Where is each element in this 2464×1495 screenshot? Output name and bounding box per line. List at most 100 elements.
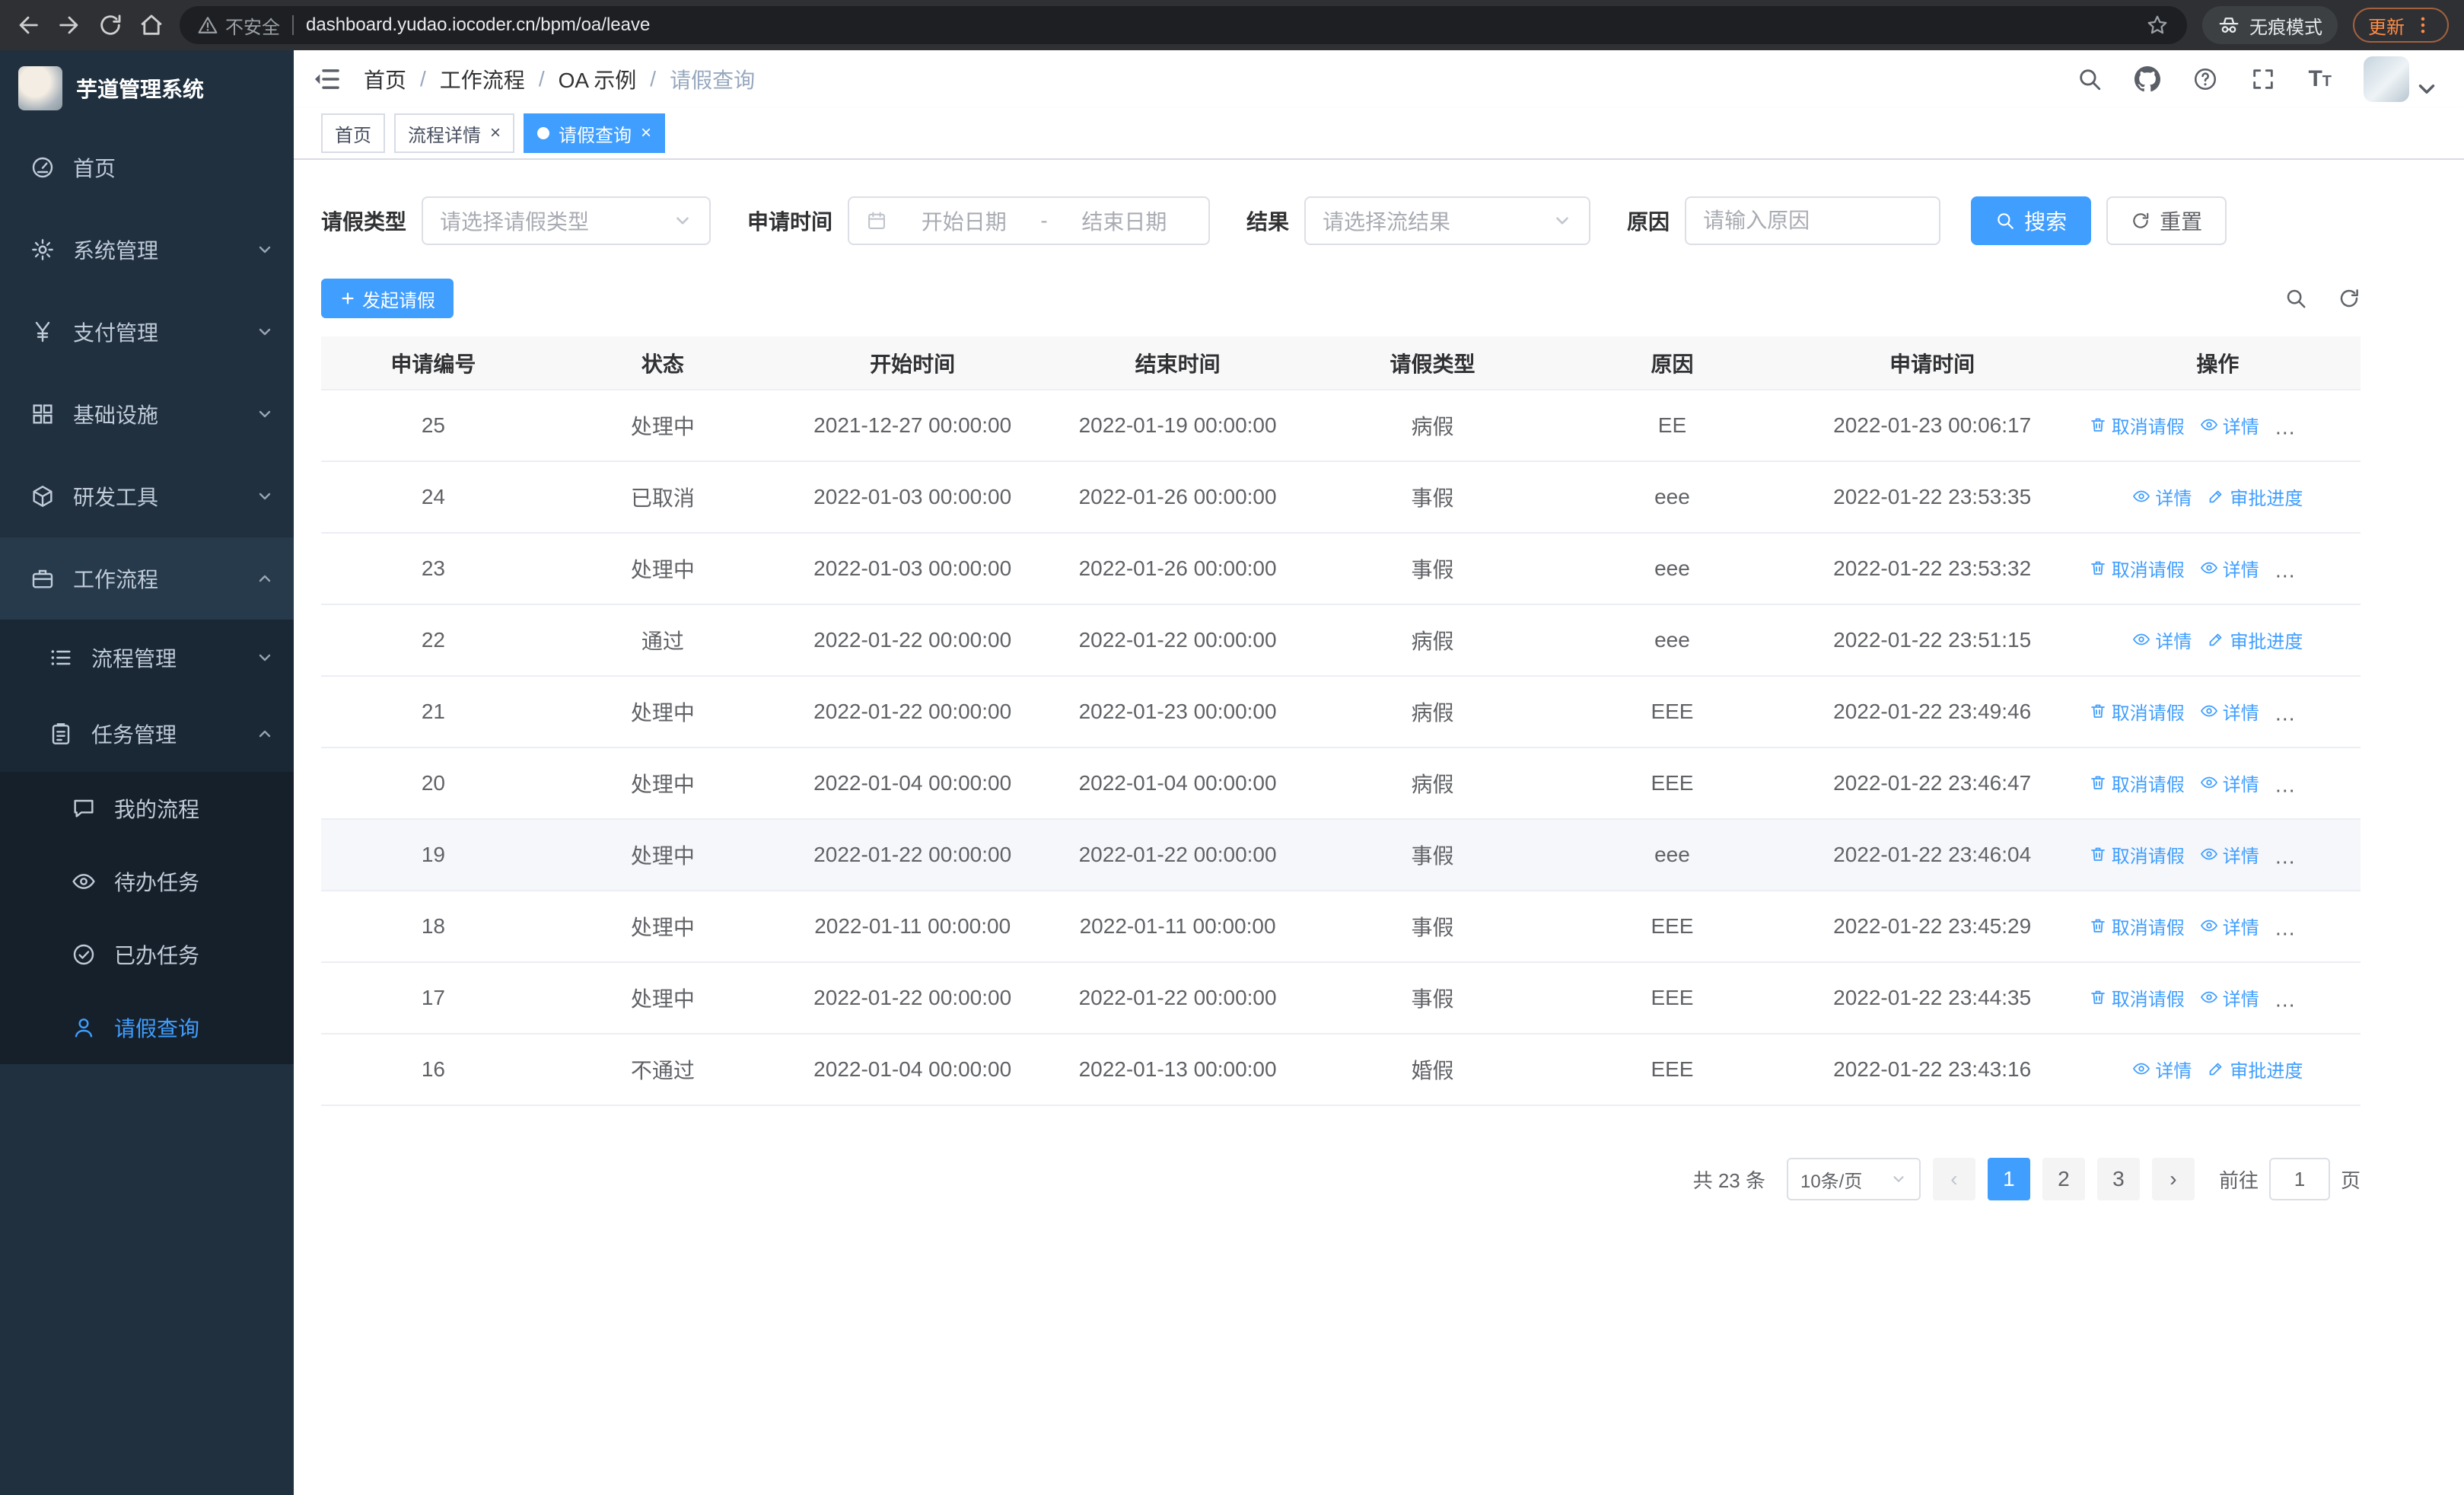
browser-forward-icon[interactable] — [56, 12, 82, 38]
cancel-leave-link[interactable]: 取消请假 — [2089, 770, 2185, 796]
cell-apply-time: 2022-01-22 23:51:15 — [1789, 604, 2075, 677]
cell-end-time: 2022-01-13 00:00:00 — [1045, 1034, 1310, 1106]
person-icon — [72, 1015, 96, 1040]
approval-progress-link[interactable]: 审批进度 — [2207, 626, 2303, 653]
github-icon[interactable] — [2135, 66, 2160, 92]
refresh-table-icon[interactable] — [2338, 287, 2361, 310]
browser-update-button[interactable]: 更新 — [2353, 8, 2449, 43]
user-menu[interactable] — [2364, 56, 2440, 102]
cancel-leave-link[interactable]: 取消请假 — [2089, 698, 2185, 725]
cancel-leave-link[interactable]: 取消请假 — [2089, 913, 2185, 939]
detail-link[interactable]: 详情 — [2132, 483, 2192, 510]
search-icon[interactable] — [2077, 66, 2103, 92]
bookmark-star-icon[interactable] — [2146, 14, 2169, 37]
result-select[interactable]: 请选择流结果 — [1304, 196, 1591, 245]
user-avatar[interactable] — [2364, 56, 2409, 102]
chevron-down-icon — [256, 649, 274, 667]
detail-link[interactable]: 详情 — [2200, 412, 2259, 438]
chevron-up-icon — [256, 725, 274, 743]
cancel-leave-link[interactable]: 取消请假 — [2089, 984, 2185, 1011]
sidebar-item-home[interactable]: 首页 — [0, 126, 294, 209]
sidebar-item-todo-tasks[interactable]: 待办任务 — [0, 845, 294, 918]
cancel-leave-link[interactable]: 取消请假 — [2089, 412, 2185, 438]
browser-reload-icon[interactable] — [97, 12, 123, 38]
help-icon[interactable] — [2192, 66, 2218, 92]
app-logo[interactable]: 芋道管理系统 — [0, 50, 294, 126]
browser-back-icon[interactable] — [15, 12, 41, 38]
cancel-leave-link[interactable]: 取消请假 — [2089, 841, 2185, 868]
check-circle-icon — [72, 942, 96, 967]
next-page-button[interactable]: › — [2151, 1158, 2195, 1200]
breadcrumb-workflow[interactable]: 工作流程 — [440, 64, 525, 94]
page-button-1[interactable]: 1 — [1987, 1158, 2030, 1200]
sidebar-item-system[interactable]: 系统管理 — [0, 209, 294, 291]
address-bar[interactable]: 不安全 dashboard.yudao.iocoder.cn/bpm/oa/le… — [180, 6, 2187, 44]
security-warning[interactable]: 不安全 — [198, 12, 280, 39]
goto-label: 前往 — [2218, 1168, 2259, 1192]
table-row: 21 处理中 2022-01-22 00:00:00 2022-01-23 00… — [321, 676, 2361, 748]
sidebar-item-pay[interactable]: 支付管理 — [0, 291, 294, 373]
tab-home[interactable]: 首页 — [321, 113, 385, 153]
apply-time-range-picker[interactable]: 开始日期 - 结束日期 — [848, 196, 1211, 245]
detail-link[interactable]: 详情 — [2200, 698, 2259, 725]
font-size-icon[interactable]: TT — [2308, 68, 2332, 91]
detail-link[interactable]: 详情 — [2200, 555, 2259, 582]
cell-reason: EEE — [1555, 962, 1790, 1034]
page-button-3[interactable]: 3 — [2096, 1158, 2140, 1200]
reset-button[interactable]: 重置 — [2106, 196, 2227, 245]
trash-icon — [2089, 988, 2107, 1006]
breadcrumb-oa[interactable]: OA 示例 — [559, 64, 637, 94]
sidebar-item-done-tasks[interactable]: 已办任务 — [0, 918, 294, 991]
page-unit-label: 页 — [2340, 1168, 2361, 1192]
detail-link[interactable]: 详情 — [2132, 1056, 2192, 1082]
sidebar-item-task-mgmt[interactable]: 任务管理 — [0, 696, 294, 772]
sidebar-item-process-mgmt[interactable]: 流程管理 — [0, 620, 294, 696]
page-size-select[interactable]: 10条/页 — [1786, 1158, 1921, 1200]
cell-actions: 详情 审批进度 — [2074, 461, 2361, 534]
approval-progress-link[interactable]: 审批进度 — [2207, 483, 2303, 510]
trash-icon — [2089, 416, 2107, 434]
browser-menu-icon[interactable] — [2412, 14, 2434, 36]
sidebar-toggle-icon[interactable] — [312, 65, 341, 94]
sidebar-item-infra[interactable]: 基础设施 — [0, 373, 294, 455]
cell-end-time: 2022-01-26 00:00:00 — [1045, 461, 1310, 534]
create-leave-button[interactable]: 发起请假 — [321, 279, 454, 318]
sidebar-item-devtools[interactable]: 研发工具 — [0, 455, 294, 537]
leave-type-select[interactable]: 请选择请假类型 — [422, 196, 712, 245]
detail-link[interactable]: 详情 — [2200, 841, 2259, 868]
close-icon[interactable]: × — [641, 124, 651, 142]
prev-page-button[interactable]: ‹ — [1932, 1158, 1975, 1200]
eye-icon — [2132, 1060, 2150, 1078]
approval-progress-link[interactable]: 审批进度 — [2207, 1056, 2303, 1082]
cell-end-time: 2022-01-19 00:00:00 — [1045, 390, 1310, 462]
incognito-icon — [2217, 14, 2240, 37]
sidebar-item-workflow[interactable]: 工作流程 — [0, 537, 294, 620]
col-apply-time: 申请时间 — [1789, 336, 2075, 390]
cell-actions: 取消请假 详情 审批进度 — [2074, 748, 2361, 820]
breadcrumb-home[interactable]: 首页 — [364, 64, 406, 94]
sidebar-item-my-process[interactable]: 我的流程 — [0, 772, 294, 845]
start-date-placeholder: 开始日期 — [921, 210, 1007, 234]
browser-home-icon[interactable] — [138, 12, 164, 38]
detail-link[interactable]: 详情 — [2200, 770, 2259, 796]
tab-process-detail[interactable]: 流程详情 × — [394, 113, 515, 153]
tags-view: 首页 流程详情 × 请假查询 × — [294, 108, 2464, 160]
chevron-down-icon — [256, 323, 274, 341]
detail-link[interactable]: 详情 — [2132, 626, 2192, 653]
briefcase-icon — [30, 566, 55, 591]
page-button-2[interactable]: 2 — [2042, 1158, 2085, 1200]
close-icon[interactable]: × — [490, 124, 501, 142]
detail-link[interactable]: 详情 — [2200, 984, 2259, 1011]
toggle-search-icon[interactable] — [2284, 287, 2307, 310]
detail-link[interactable]: 详情 — [2200, 913, 2259, 939]
fullscreen-icon[interactable] — [2250, 66, 2276, 92]
cancel-leave-link[interactable]: 取消请假 — [2089, 555, 2185, 582]
cell-end-time: 2022-01-22 00:00:00 — [1045, 819, 1310, 891]
goto-page-input[interactable] — [2268, 1158, 2330, 1200]
tab-leave-query[interactable]: 请假查询 × — [524, 113, 666, 153]
search-button[interactable]: 搜索 — [1971, 196, 2092, 245]
logo-avatar — [18, 66, 62, 110]
cell-start-time: 2022-01-22 00:00:00 — [779, 819, 1046, 891]
sidebar-item-leave-query[interactable]: 请假查询 — [0, 991, 294, 1064]
reason-input[interactable] — [1686, 198, 1940, 244]
